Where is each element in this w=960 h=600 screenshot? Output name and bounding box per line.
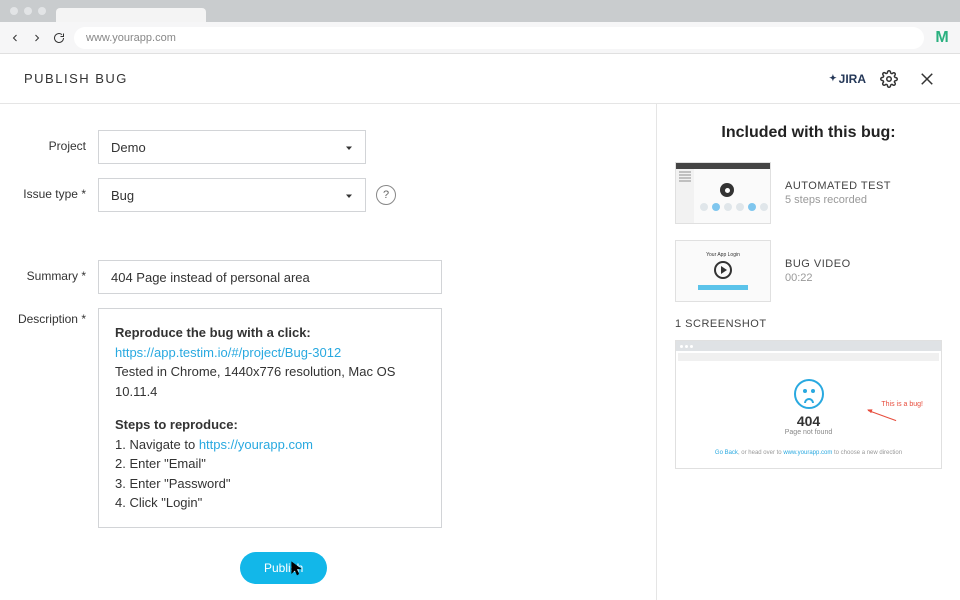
project-row: Project Demo [10, 130, 622, 164]
desc-link[interactable]: https://app.testim.io/#/project/Bug-3012 [115, 345, 341, 360]
bug-callout: This is a bug! [881, 401, 923, 408]
attachment-bug-video[interactable]: Your App Login BUG VIDEO 00:22 [675, 240, 942, 302]
publish-header: PUBLISH BUG ✦JIRA [0, 54, 960, 104]
description-row: Description * Reproduce the bug with a c… [10, 308, 622, 528]
summary-value: 404 Page instead of personal area [111, 270, 310, 285]
tabs-bar [0, 0, 960, 22]
summary-input[interactable]: 404 Page instead of personal area [98, 260, 442, 294]
form-column: Project Demo Issue type * Bug ? Summary … [0, 104, 656, 600]
summary-label: Summary * [10, 260, 98, 283]
screenshot-browser-chrome [676, 341, 941, 351]
attach-title: AUTOMATED TEST [785, 180, 891, 192]
publish-button[interactable]: Publish [240, 552, 327, 584]
automated-test-thumb [675, 162, 771, 224]
screenshot-footer: Go Back, or head over to www.yourapp.com… [686, 450, 931, 456]
attachment-automated-test[interactable]: AUTOMATED TEST 5 steps recorded [675, 162, 942, 224]
desc-intro: Reproduce the bug with a click: [115, 323, 425, 343]
url-text: www.yourapp.com [86, 32, 176, 44]
browser-tab[interactable] [56, 8, 206, 22]
sidebar: Included with this bug: AUTOMATED TEST 5… [656, 104, 960, 600]
chevron-down-icon [343, 142, 355, 157]
description-input[interactable]: Reproduce the bug with a click: https://… [98, 308, 442, 528]
project-select[interactable]: Demo [98, 130, 366, 164]
desc-step-link[interactable]: https://yourapp.com [199, 437, 313, 452]
screenshot-header: 1 SCREENSHOT [675, 318, 942, 330]
chevron-down-icon [343, 190, 355, 205]
issue-type-value: Bug [111, 188, 134, 203]
publish-button-wrap: Publish [240, 552, 622, 584]
close-icon[interactable] [918, 70, 936, 88]
cursor-icon [290, 560, 304, 578]
nav-reload-icon[interactable] [52, 31, 66, 45]
nav-forward-icon[interactable] [30, 31, 44, 45]
desc-step-1: 1. Navigate to https://yourapp.com [115, 435, 425, 455]
url-field[interactable]: www.yourapp.com [74, 27, 924, 49]
nav-back-icon[interactable] [8, 31, 22, 45]
attach-sub: 00:22 [785, 272, 851, 284]
play-icon [714, 261, 732, 279]
gear-icon[interactable] [880, 70, 898, 88]
browser-chrome: www.yourapp.com M [0, 0, 960, 54]
body: Project Demo Issue type * Bug ? Summary … [0, 104, 960, 600]
sad-face-icon [794, 379, 824, 409]
summary-row: Summary * 404 Page instead of personal a… [10, 260, 622, 294]
issue-type-row: Issue type * Bug ? [10, 178, 622, 212]
desc-step-3: 3. Enter "Password" [115, 474, 425, 494]
address-bar: www.yourapp.com M [0, 22, 960, 54]
description-label: Description * [10, 308, 98, 326]
page-title: PUBLISH BUG [24, 71, 829, 86]
window-traffic-lights[interactable] [10, 7, 46, 15]
jira-logo: ✦JIRA [829, 72, 866, 86]
issue-type-select[interactable]: Bug [98, 178, 366, 212]
desc-step-2: 2. Enter "Email" [115, 454, 425, 474]
sidebar-title: Included with this bug: [675, 124, 942, 142]
error-code: 404 [686, 413, 931, 429]
extension-icon[interactable]: M [932, 29, 952, 47]
project-label: Project [10, 130, 98, 153]
error-message: Page not found [686, 429, 931, 436]
bug-video-thumb: Your App Login [675, 240, 771, 302]
desc-env: Tested in Chrome, 1440x776 resolution, M… [115, 362, 425, 401]
desc-steps-header: Steps to reproduce: [115, 415, 425, 435]
desc-step-4: 4. Click "Login" [115, 493, 425, 513]
attach-sub: 5 steps recorded [785, 194, 891, 206]
project-value: Demo [111, 140, 146, 155]
help-icon[interactable]: ? [376, 185, 396, 205]
issue-type-label: Issue type * [10, 178, 98, 201]
attach-title: BUG VIDEO [785, 258, 851, 270]
screenshot-thumb[interactable]: 404 Page not found This is a bug! Go Bac… [675, 340, 942, 469]
